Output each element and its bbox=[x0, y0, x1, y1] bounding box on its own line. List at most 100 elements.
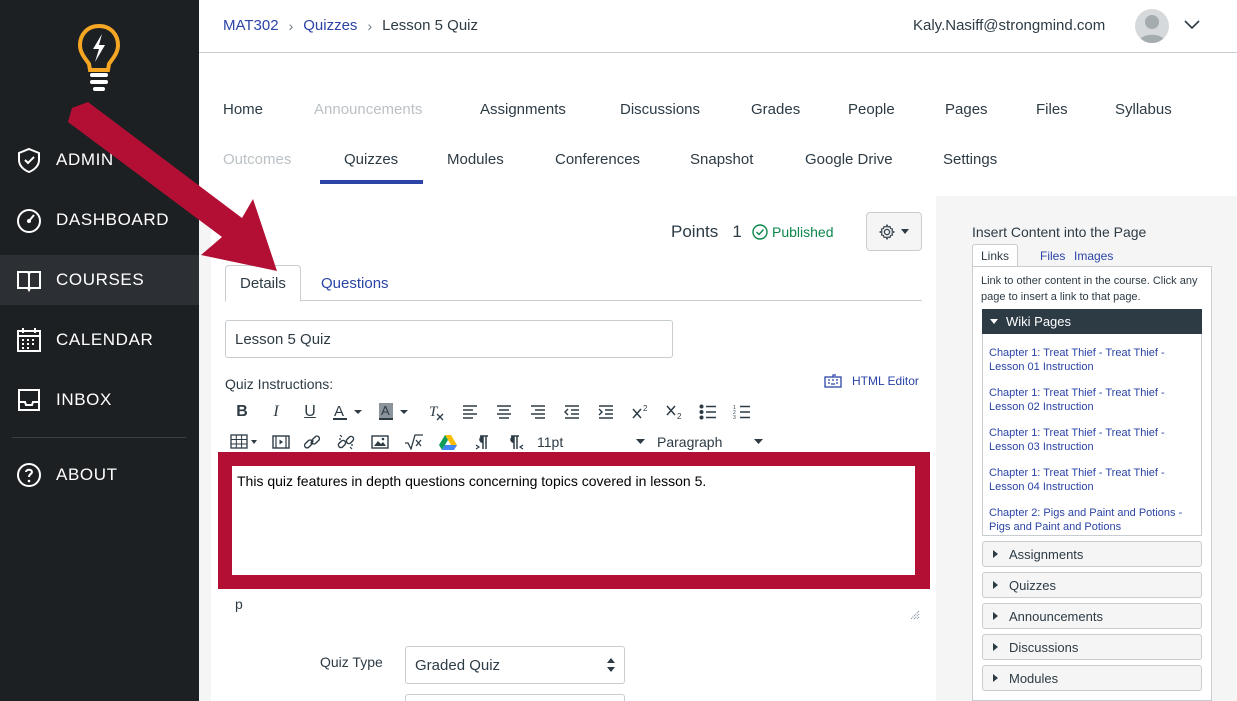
dashboard-icon bbox=[16, 207, 42, 233]
breadcrumb-course[interactable]: MAT302 bbox=[223, 17, 279, 34]
course-nav-conferences[interactable]: Conferences bbox=[555, 151, 640, 168]
breadcrumb: MAT302 › Quizzes › Lesson 5 Quiz bbox=[223, 17, 478, 34]
gnav-label: INBOX bbox=[56, 390, 112, 409]
sidebar-tab-images[interactable]: Images bbox=[1066, 244, 1121, 267]
course-nav-google-drive[interactable]: Google Drive bbox=[805, 151, 893, 168]
user-email[interactable]: Kaly.Nasiff@strongmind.com bbox=[913, 17, 1105, 34]
caret-down-icon bbox=[754, 439, 763, 444]
wiki-page-link[interactable]: Chapter 1: Treat Thief - Treat Thief - L… bbox=[989, 466, 1189, 494]
align-left-icon[interactable] bbox=[453, 399, 487, 425]
gnav-inbox[interactable]: INBOX bbox=[0, 375, 199, 425]
next-field-select[interactable] bbox=[405, 694, 625, 701]
gnav-label: ABOUT bbox=[56, 465, 118, 484]
caret-down-icon bbox=[901, 228, 909, 234]
wiki-page-link[interactable]: Chapter 1: Treat Thief - Treat Thief - L… bbox=[989, 386, 1189, 414]
bullet-list-icon[interactable] bbox=[691, 399, 725, 425]
gnav-about[interactable]: ABOUT bbox=[0, 450, 199, 500]
course-nav-assignments[interactable]: Assignments bbox=[480, 101, 566, 118]
keyboard-icon bbox=[824, 374, 842, 388]
wiki-pages-header[interactable]: Wiki Pages bbox=[982, 309, 1202, 334]
course-nav-announcements[interactable]: Announcements bbox=[314, 101, 422, 118]
breadcrumb-quizzes[interactable]: Quizzes bbox=[303, 17, 357, 34]
wiki-page-link[interactable]: Chapter 2: Pigs and Paint and Potions - … bbox=[989, 506, 1189, 534]
caret-down-icon bbox=[636, 439, 645, 444]
wiki-page-link[interactable]: Chapter 1: Treat Thief - Treat Thief - L… bbox=[989, 426, 1189, 454]
align-center-icon[interactable] bbox=[487, 399, 521, 425]
numbered-list-icon[interactable]: 123 bbox=[725, 399, 759, 425]
book-icon bbox=[16, 267, 42, 293]
caret-right-icon bbox=[993, 674, 998, 682]
quiz-type-select[interactable]: Graded Quiz bbox=[405, 646, 625, 684]
chevron-right-icon: › bbox=[288, 17, 294, 34]
course-nav: Home Announcements Assignments Discussio… bbox=[199, 54, 1237, 196]
gnav-calendar[interactable]: CALENDAR bbox=[0, 315, 199, 365]
wiki-pages-list: Chapter 1: Treat Thief - Treat Thief - L… bbox=[982, 334, 1202, 536]
check-circle-icon bbox=[752, 224, 768, 240]
course-nav-pages[interactable]: Pages bbox=[945, 101, 988, 118]
subscript-icon[interactable]: 2 bbox=[657, 399, 691, 425]
course-nav-grades[interactable]: Grades bbox=[751, 101, 800, 118]
instructions-text: This quiz features in depth questions co… bbox=[237, 473, 707, 489]
points-label: Points bbox=[671, 222, 719, 241]
settings-menu-button[interactable] bbox=[866, 212, 922, 251]
background-color-icon[interactable]: A bbox=[373, 399, 419, 425]
sidebar-section-discussions[interactable]: Discussions bbox=[982, 634, 1202, 660]
inbox-icon bbox=[16, 387, 42, 413]
avatar[interactable] bbox=[1135, 9, 1169, 43]
active-tab-indicator bbox=[320, 180, 423, 184]
instructions-label: Quiz Instructions: bbox=[225, 376, 334, 392]
sidebar-section-label: Modules bbox=[1009, 670, 1059, 686]
italic-icon[interactable]: I bbox=[259, 399, 293, 425]
rce-toolbar-row-1: B I U A A T 2 2 123 bbox=[225, 399, 759, 425]
sidebar-section-label: Quizzes bbox=[1009, 577, 1056, 593]
lightbulb-logo-icon[interactable] bbox=[76, 22, 122, 92]
outdent-icon[interactable] bbox=[555, 399, 589, 425]
quiz-instructions-editor[interactable]: This quiz features in depth questions co… bbox=[232, 466, 915, 575]
wiki-page-link[interactable]: Chapter 1: Treat Thief - Treat Thief - L… bbox=[989, 346, 1189, 374]
html-editor-label: HTML Editor bbox=[852, 374, 919, 388]
sidebar-title: Insert Content into the Page bbox=[972, 224, 1147, 240]
sidebar-section-announcements[interactable]: Announcements bbox=[982, 603, 1202, 629]
resize-handle-icon[interactable] bbox=[908, 607, 920, 620]
gnav-divider bbox=[12, 437, 186, 438]
top-bar: MAT302 › Quizzes › Lesson 5 Quiz Kaly.Na… bbox=[199, 0, 1237, 53]
quiz-type-label: Quiz Type bbox=[320, 654, 383, 670]
sidebar-section-quizzes[interactable]: Quizzes bbox=[982, 572, 1202, 598]
caret-right-icon bbox=[993, 643, 998, 651]
chevron-down-icon[interactable] bbox=[1183, 16, 1201, 34]
svg-text:2: 2 bbox=[643, 404, 648, 413]
course-nav-syllabus[interactable]: Syllabus bbox=[1115, 101, 1172, 118]
course-nav-modules[interactable]: Modules bbox=[447, 151, 504, 168]
status-text: Published bbox=[772, 224, 834, 240]
superscript-icon[interactable]: 2 bbox=[623, 399, 657, 425]
bold-icon[interactable]: B bbox=[225, 399, 259, 425]
course-nav-discussions[interactable]: Discussions bbox=[620, 101, 700, 118]
calendar-icon bbox=[16, 327, 42, 353]
annotation-arrow-icon bbox=[68, 102, 277, 271]
course-nav-people[interactable]: People bbox=[848, 101, 895, 118]
sidebar-tab-links[interactable]: Links bbox=[972, 244, 1019, 268]
sidebar-section-label: Assignments bbox=[1009, 546, 1084, 562]
sidebar-section-label: Discussions bbox=[1009, 639, 1079, 655]
quiz-title-input[interactable] bbox=[225, 320, 673, 358]
course-nav-files[interactable]: Files bbox=[1036, 101, 1068, 118]
align-right-icon[interactable] bbox=[521, 399, 555, 425]
course-nav-snapshot[interactable]: Snapshot bbox=[690, 151, 753, 168]
indent-icon[interactable] bbox=[589, 399, 623, 425]
course-nav-settings[interactable]: Settings bbox=[943, 151, 997, 168]
help-icon bbox=[16, 462, 42, 488]
caret-down-icon bbox=[990, 318, 998, 324]
editor-path: p bbox=[235, 596, 243, 612]
clear-formatting-icon[interactable]: T bbox=[419, 399, 453, 425]
sidebar-section-label: Announcements bbox=[1009, 608, 1103, 624]
sidebar-section-modules[interactable]: Modules bbox=[982, 665, 1202, 691]
html-editor-link[interactable]: HTML Editor bbox=[824, 374, 919, 388]
tab-questions[interactable]: Questions bbox=[307, 265, 403, 301]
block-format-value: Paragraph bbox=[657, 434, 723, 450]
course-nav-quizzes[interactable]: Quizzes bbox=[344, 151, 398, 168]
sidebar-section-assignments[interactable]: Assignments bbox=[982, 541, 1202, 567]
text-color-icon[interactable]: A bbox=[327, 399, 373, 425]
gnav-label: CALENDAR bbox=[56, 330, 154, 349]
underline-icon[interactable]: U bbox=[293, 399, 327, 425]
sidebar-tabs: Links Files Images bbox=[972, 244, 1212, 268]
